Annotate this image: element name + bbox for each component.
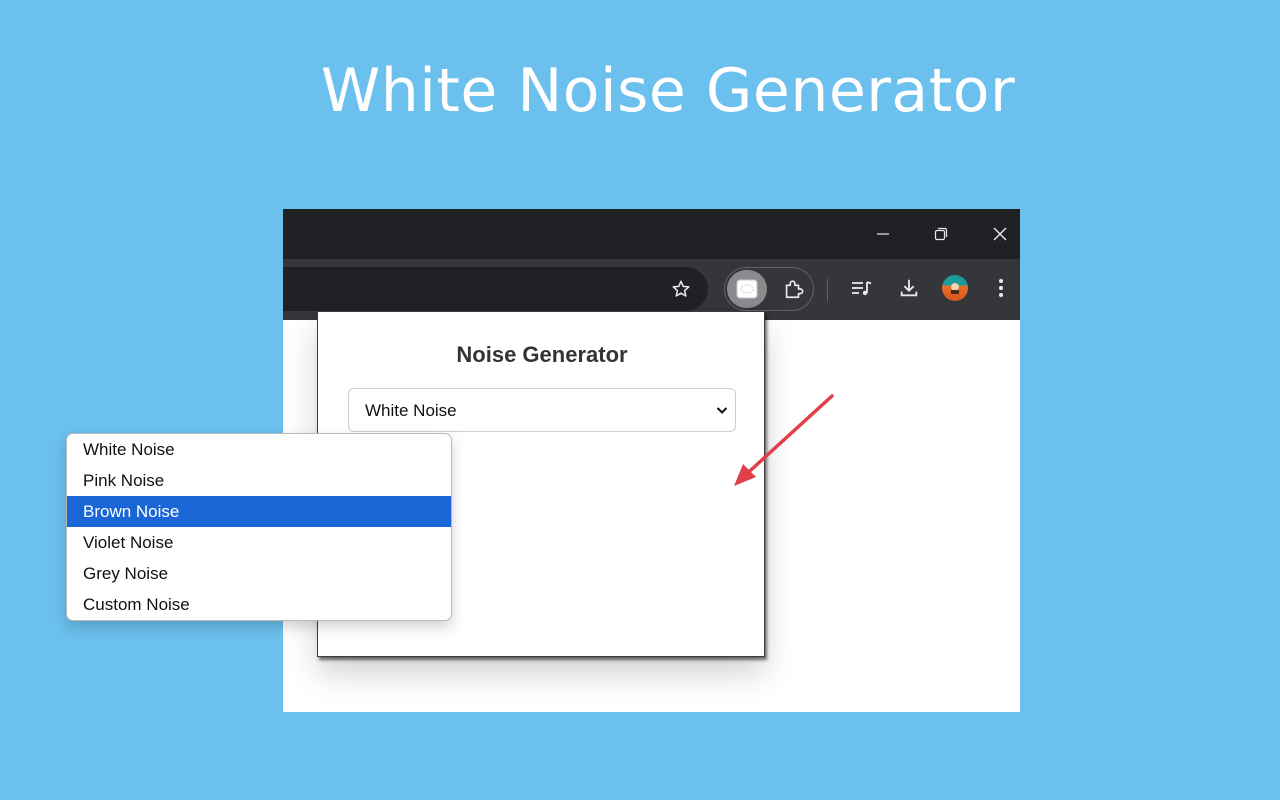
title-bar [283,209,1020,259]
select-value: White Noise [365,401,457,420]
dropdown-option-custom-noise[interactable]: Custom Noise [67,589,451,620]
dropdown-option-grey-noise[interactable]: Grey Noise [67,558,451,589]
dropdown-option-violet-noise[interactable]: Violet Noise [67,527,451,558]
extension-active-icon[interactable] [727,270,767,308]
more-icon[interactable] [985,272,1017,304]
toolbar-divider [827,279,828,301]
star-icon[interactable] [665,273,697,305]
dropdown-options: White Noise Pink Noise Brown Noise Viole… [67,434,451,620]
annotation-arrow-icon [734,394,834,486]
restore-icon[interactable] [926,219,956,249]
dropdown-option-pink-noise[interactable]: Pink Noise [67,465,451,496]
noise-type-select[interactable]: White Noise [348,388,736,432]
avatar[interactable] [942,275,968,301]
minimize-icon[interactable] [868,219,898,249]
puzzle-icon[interactable] [777,273,809,305]
download-icon[interactable] [893,272,925,304]
address-bar[interactable] [283,267,708,311]
extensions-pill [724,267,814,311]
close-icon[interactable] [985,219,1015,249]
popup-title: Noise Generator [456,342,628,367]
hero-title: White Noise Generator [320,56,1016,126]
dropdown-option-white-noise[interactable]: White Noise [67,434,451,465]
dropdown-option-brown-noise[interactable]: Brown Noise [67,496,451,527]
noise-type-dropdown: White Noise Pink Noise Brown Noise Viole… [66,433,452,621]
media-controls-icon[interactable] [846,272,878,304]
